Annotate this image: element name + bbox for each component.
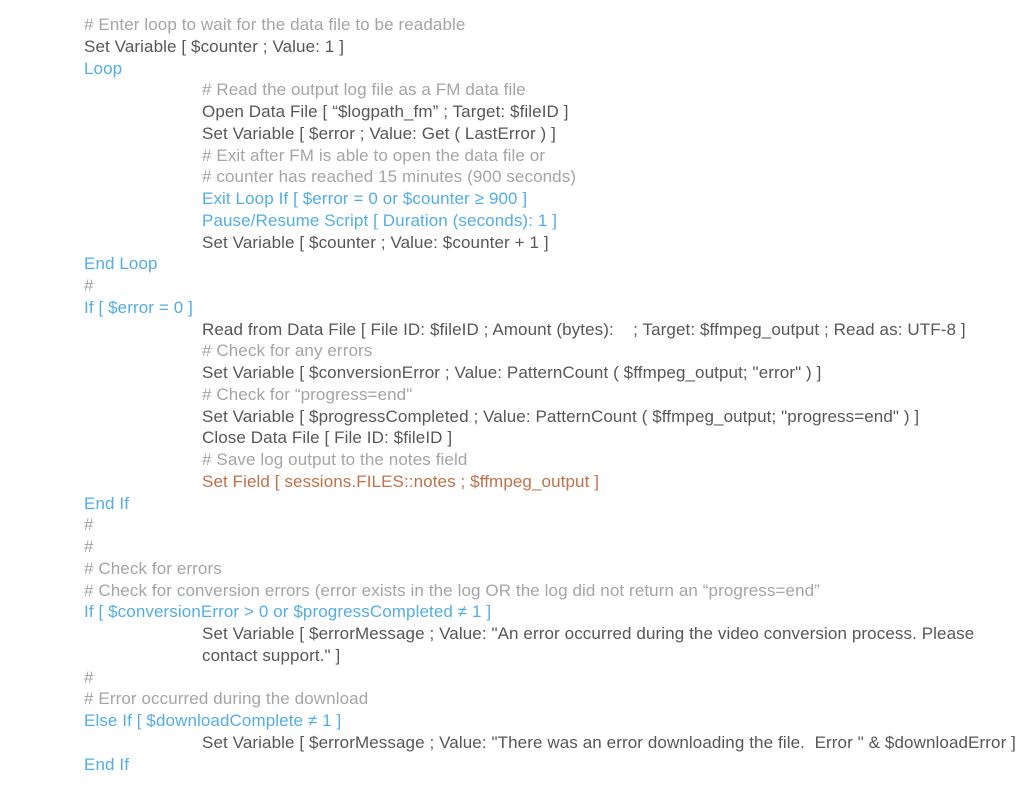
script-line: # Check for conversion errors (error exi…	[84, 580, 1024, 602]
script-line: Pause/Resume Script [ Duration (seconds)…	[84, 210, 1024, 232]
script-line: # Check for errors	[84, 558, 1024, 580]
script-line: If [ $conversionError > 0 or $progressCo…	[84, 601, 1024, 623]
script-line: # Exit after FM is able to open the data…	[84, 145, 1024, 167]
script-line: Set Variable [ $counter ; Value: $counte…	[84, 232, 1024, 254]
script-line: # Error occurred during the download	[84, 688, 1024, 710]
script-line: # Check for any errors	[84, 340, 1024, 362]
script-line: # counter has reached 15 minutes (900 se…	[84, 166, 1024, 188]
script-line: Set Variable [ $error ; Value: Get ( Las…	[84, 123, 1024, 145]
script-line: Loop	[84, 58, 1024, 80]
script-line: If [ $error = 0 ]	[84, 297, 1024, 319]
script-line: Read from Data File [ File ID: $fileID ;…	[84, 319, 1024, 341]
script-line: # Read the output log file as a FM data …	[84, 79, 1024, 101]
script-line: End If	[84, 493, 1024, 515]
script-line: #	[84, 275, 1024, 297]
script-line: Open Data File [ “$logpath_fm” ; Target:…	[84, 101, 1024, 123]
script-line: Set Variable [ $errorMessage ; Value: "A…	[84, 623, 1024, 667]
script-line: #	[84, 667, 1024, 689]
script-line: Set Variable [ $conversionError ; Value:…	[84, 362, 1024, 384]
script-line: Exit Loop If [ $error = 0 or $counter ≥ …	[84, 188, 1024, 210]
script-line: Set Variable [ $errorMessage ; Value: "T…	[84, 732, 1024, 754]
script-line: # Save log output to the notes field	[84, 449, 1024, 471]
script-line: #	[84, 536, 1024, 558]
script-line: # Enter loop to wait for the data file t…	[84, 14, 1024, 36]
script-line: Close Data File [ File ID: $fileID ]	[84, 427, 1024, 449]
script-line: Else If [ $downloadComplete ≠ 1 ]	[84, 710, 1024, 732]
script-line: Set Field [ sessions.FILES::notes ; $ffm…	[84, 471, 1024, 493]
script-line: # Check for “progress=end"	[84, 384, 1024, 406]
script-line: Set Variable [ $counter ; Value: 1 ]	[84, 36, 1024, 58]
script-container: # Enter loop to wait for the data file t…	[84, 14, 1024, 775]
script-line: #	[84, 514, 1024, 536]
script-line: Set Variable [ $progressCompleted ; Valu…	[84, 406, 1024, 428]
script-line: End If	[84, 754, 1024, 776]
script-line: End Loop	[84, 253, 1024, 275]
